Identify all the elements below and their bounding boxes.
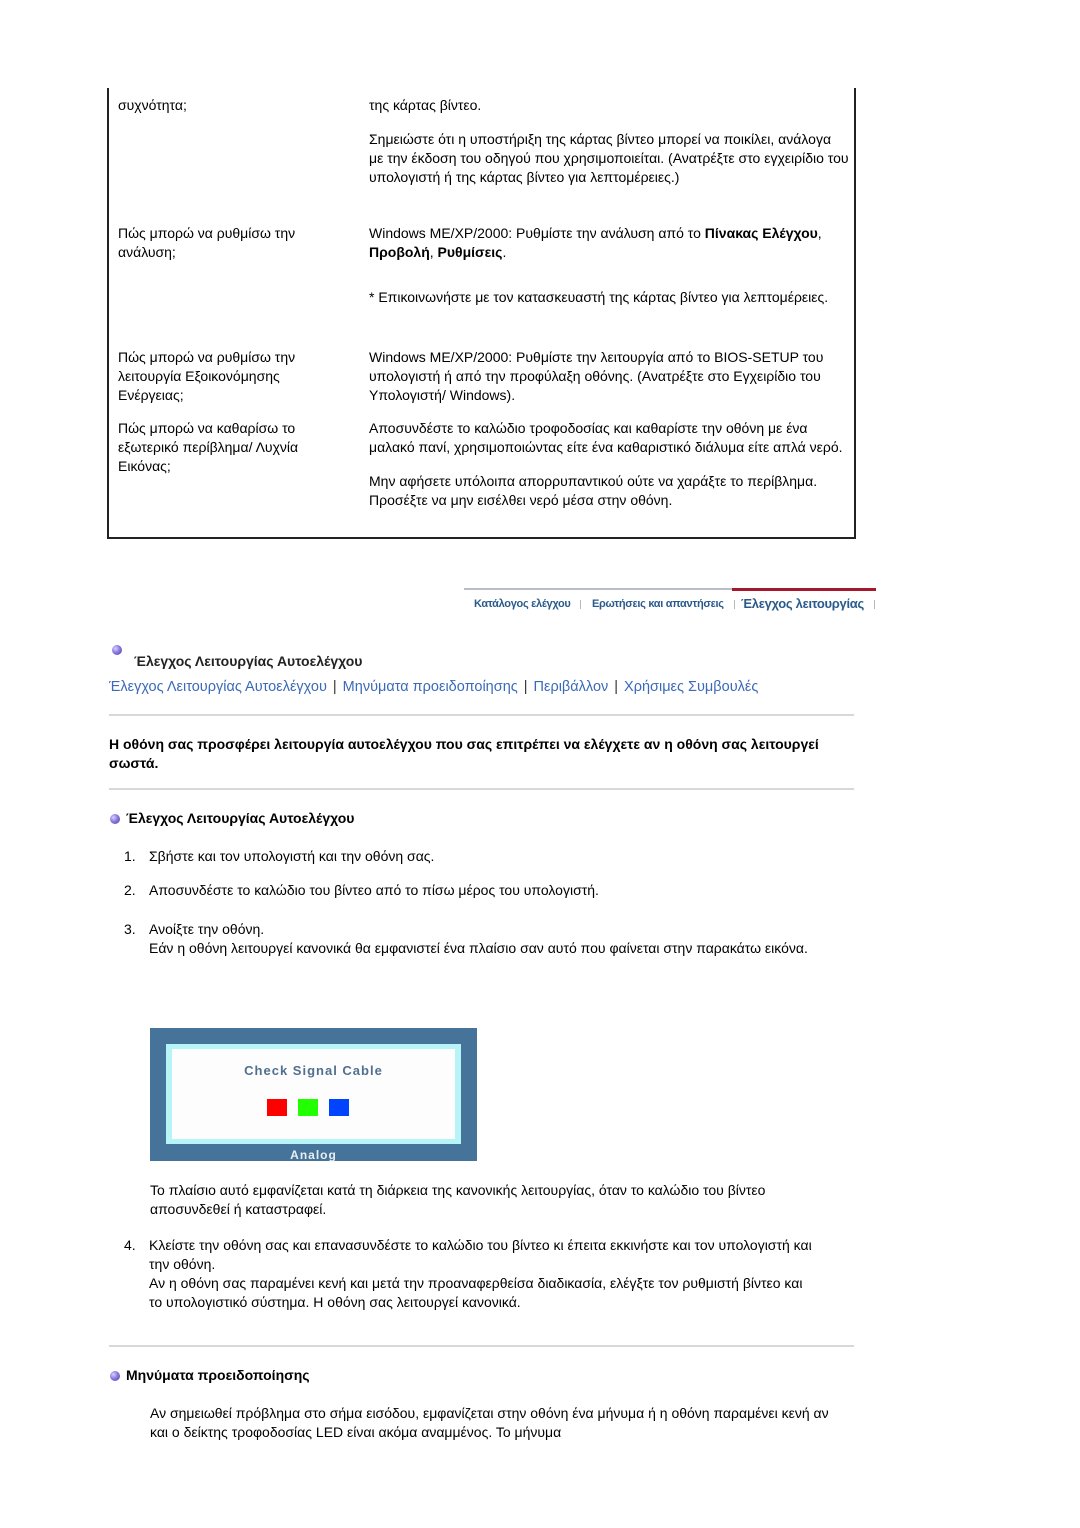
faq-answer-line: Windows ME/XP/2000: Ρυθμίστε την ανάλυση… bbox=[369, 224, 849, 262]
faq-answer-line: Αποσυνδέστε το καλώδιο τροφοδοσίας και κ… bbox=[369, 420, 843, 455]
tab-divider bbox=[734, 600, 735, 609]
bullet-icon bbox=[110, 814, 120, 825]
answer-end: . bbox=[502, 244, 507, 260]
divider bbox=[109, 1345, 854, 1347]
warnings-text: Αν σημειωθεί πρόβλημα στο σήμα εισόδου, … bbox=[150, 1405, 829, 1440]
osd-inner-frame: Check Signal Cable bbox=[166, 1044, 461, 1144]
blue-square bbox=[329, 1099, 349, 1116]
step-text: Σβήστε και τον υπολογιστή και την οθόνη … bbox=[149, 848, 435, 864]
page-title-text: Έλεγχος Λειτουργίας Αυτοελέγχου bbox=[134, 653, 363, 669]
step-text: Ανοίξτε την οθόνη. bbox=[149, 921, 265, 937]
top-nav: Κατάλογος ελέγχου Ερωτήσεις και απαντήσε… bbox=[464, 588, 876, 618]
osd-caption: Το πλαίσιο αυτό εμφανίζεται κατά τη διάρ… bbox=[150, 1182, 766, 1217]
link-useful-tips[interactable]: Χρήσιμες Συμβουλές bbox=[624, 679, 758, 695]
answer-separator: , bbox=[817, 225, 822, 241]
step-body: Κλείστε την οθόνη σας και επανασυνδέστε … bbox=[149, 1236, 819, 1312]
faq-question: Πώς μπορώ να καθαρίσω το εξωτερικό περίβ… bbox=[118, 420, 299, 474]
step-body: Ανοίξτε την οθόνη. Εάν η οθόνη λειτουργε… bbox=[149, 920, 819, 958]
tab-divider bbox=[874, 600, 875, 609]
answer-bold-display: Προβολή bbox=[369, 244, 430, 260]
link-warning-messages[interactable]: Μηνύματα προειδοποίησης bbox=[343, 679, 518, 695]
osd-message: Check Signal Cable bbox=[244, 1063, 383, 1078]
faq-answer-note: * Επικοινωνήστε με τον κατασκευαστή της … bbox=[369, 289, 829, 305]
link-self-test[interactable]: Έλεγχος Λειτουργίας Αυτοελέγχου bbox=[109, 679, 327, 695]
answer-text: Windows ME/XP/2000: Ρυθμίστε την ανάλυση… bbox=[369, 225, 705, 241]
tab-divider bbox=[580, 600, 581, 609]
faq-table: συχνότητα; της κάρτας βίντεο. Σημειώστε … bbox=[107, 88, 856, 539]
osd-mode-label: Analog bbox=[290, 1148, 337, 1162]
step-text: Κλείστε την οθόνη σας και επανασυνδέστε … bbox=[149, 1237, 812, 1272]
answer-bold-settings: Ρυθμίσεις bbox=[437, 244, 503, 260]
osd-panel: Check Signal Cable bbox=[172, 1049, 455, 1139]
tab-qa[interactable]: Ερωτήσεις και απαντήσεις bbox=[592, 598, 724, 610]
divider bbox=[109, 788, 854, 790]
red-square bbox=[267, 1099, 287, 1116]
check-signal-cable-image: Check Signal Cable Analog bbox=[150, 1028, 477, 1162]
faq-answer: Windows ME/XP/2000: Ρυθμίστε την ανάλυση… bbox=[369, 224, 849, 322]
faq-answer-line: της κάρτας βίντεο. bbox=[369, 97, 482, 113]
step-number: 4. bbox=[124, 1237, 136, 1253]
tab-checklist[interactable]: Κατάλογος ελέγχου bbox=[474, 598, 571, 610]
step-detail: Αν η οθόνη σας παραμένει κενή και μετά τ… bbox=[149, 1275, 803, 1310]
step-number: 1. bbox=[124, 848, 136, 864]
step-number: 2. bbox=[124, 882, 136, 898]
link-separator: | bbox=[614, 679, 619, 695]
bullet-icon bbox=[110, 1371, 120, 1382]
step-detail: Εάν η οθόνη λειτουργεί κανονικά θα εμφαν… bbox=[149, 940, 808, 956]
faq-answer: Windows ME/XP/2000: Ρυθμίστε την λειτουρ… bbox=[369, 348, 849, 420]
bullet-icon bbox=[112, 645, 122, 655]
faq-question: Πώς μπορώ να ρυθμίσω την ανάλυση; bbox=[118, 225, 296, 260]
link-separator: | bbox=[523, 679, 528, 695]
faq-question: συχνότητα; bbox=[118, 97, 187, 113]
green-square bbox=[298, 1099, 318, 1116]
link-environment[interactable]: Περιβάλλον bbox=[534, 679, 609, 695]
section-heading-warnings: Μηνύματα προειδοποίησης bbox=[110, 1367, 310, 1383]
section-heading-self-test: Έλεγχος Λειτουργίας Αυτοελέγχου bbox=[110, 810, 354, 826]
step-number: 3. bbox=[124, 921, 136, 937]
answer-separator: , bbox=[429, 244, 438, 260]
faq-answer: Αποσυνδέστε το καλώδιο τροφοδοσίας και κ… bbox=[369, 419, 849, 525]
answer-bold-control-panel: Πίνακας Ελέγχου bbox=[704, 225, 818, 241]
divider bbox=[109, 714, 854, 716]
section-heading-text: Μηνύματα προειδοποίησης bbox=[126, 1367, 310, 1383]
faq-answer-line: Windows ME/XP/2000: Ρυθμίστε την λειτουρ… bbox=[369, 349, 824, 403]
faq-question: Πώς μπορώ να ρυθμίσω την λειτουργία Εξοι… bbox=[118, 349, 296, 403]
step-text: Αποσυνδέστε το καλώδιο του βίντεο από το… bbox=[149, 882, 599, 898]
intro-text: Η οθόνη σας προσφέρει λειτουργία αυτοελέ… bbox=[109, 736, 819, 771]
tab-function-check[interactable]: Έλεγχος λειτουργίας bbox=[741, 596, 864, 611]
section-links: Έλεγχος Λειτουργίας Αυτοελέγχου | Μηνύματα… bbox=[109, 678, 789, 697]
active-tab-indicator bbox=[732, 588, 876, 591]
faq-answer: της κάρτας βίντεο. Σημειώστε ότι η υποστ… bbox=[369, 96, 849, 202]
link-separator: | bbox=[332, 679, 337, 695]
faq-answer-line: Μην αφήσετε υπόλοιπα απορρυπαντικού ούτε… bbox=[369, 473, 818, 508]
section-heading-text: Έλεγχος Λειτουργίας Αυτοελέγχου bbox=[126, 810, 355, 826]
faq-answer-line: Σημειώστε ότι η υποστήριξη της κάρτας βί… bbox=[369, 131, 849, 185]
